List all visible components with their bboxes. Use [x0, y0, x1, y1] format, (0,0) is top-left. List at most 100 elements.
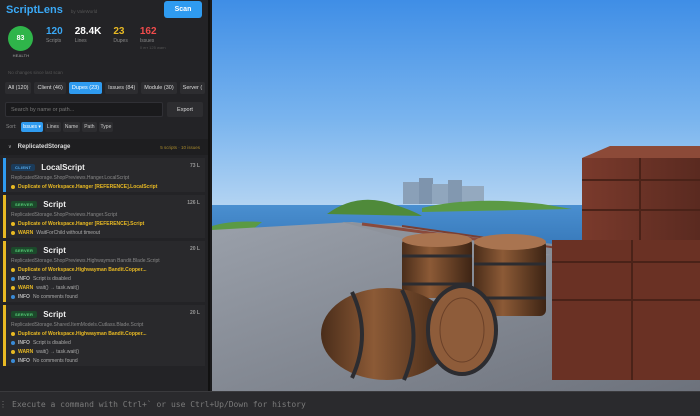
- scriptlens-panel: ScriptLens by ValeWorld Scan 83 HEALTH 1…: [0, 0, 210, 391]
- drag-handle-icon[interactable]: ⋮: [0, 392, 7, 416]
- info-dot-icon: [11, 341, 15, 345]
- issue-row: WARN wait() → task.wait(): [11, 285, 200, 291]
- duplicate-note[interactable]: Duplicate of Workspace.Hanger [REFERENCE…: [11, 221, 200, 227]
- server-badge: SERVER: [11, 246, 38, 254]
- command-input[interactable]: Execute a command with Ctrl+` or use Ctr…: [12, 400, 306, 409]
- filter-dupes[interactable]: Dupes (23): [68, 82, 103, 94]
- server-badge: SERVER: [11, 310, 38, 318]
- script-path: ReplicatedStorage.Shared.ItemModels.Cutl…: [11, 322, 144, 328]
- command-bar[interactable]: ⋮ Execute a command with Ctrl+` or use C…: [0, 391, 700, 416]
- scan-button[interactable]: Scan: [164, 1, 202, 18]
- scan-status: No changes since last scan: [8, 70, 63, 75]
- stat-dupes: 23 Dupes: [113, 26, 127, 44]
- issue-tag: INFO: [18, 276, 30, 282]
- duplicate-note[interactable]: Duplicate of Workspace.Highwayman Bandit…: [11, 331, 200, 337]
- duplicate-text: Duplicate of Workspace.Hanger [REFERENCE…: [18, 221, 145, 227]
- issue-text: wait() → task.wait(): [36, 285, 80, 291]
- panel-header: ScriptLens by ValeWorld Scan: [0, 0, 208, 20]
- filter-all[interactable]: All (120): [5, 82, 32, 94]
- warning-dot-icon: [11, 231, 15, 235]
- stat-issues: 162 Issues 0 err 125 warn: [140, 26, 166, 50]
- script-name: Script: [43, 309, 66, 319]
- filter-issues[interactable]: Issues (84): [105, 82, 139, 94]
- duplicate-text: Duplicate of Workspace.Highwayman Bandit…: [18, 267, 147, 273]
- stat-dupes-value: 23: [113, 26, 125, 37]
- stat-scripts: 120 Scripts: [46, 26, 63, 44]
- filter-client[interactable]: Client (46): [34, 82, 66, 94]
- duplicate-note[interactable]: Duplicate of Workspace.Highwayman Bandit…: [11, 267, 200, 273]
- issue-text: No comments found: [32, 358, 78, 364]
- issue-tag: INFO: [18, 294, 30, 300]
- health-score: 83 HEALTH: [8, 26, 34, 58]
- app-title: ScriptLens: [6, 4, 63, 16]
- script-card[interactable]: SERVER Script 126 L ReplicatedStorage.Sh…: [3, 195, 205, 238]
- filter-tabs: All (120) Client (46) Dupes (23) Issues …: [0, 82, 208, 96]
- duplicate-text: Duplicate of Workspace.Hanger [REFERENCE…: [18, 184, 158, 190]
- stat-dupes-label: Dupes: [113, 38, 128, 44]
- group-meta: 5 scripts · 10 issues: [160, 144, 200, 150]
- script-card[interactable]: CLIENT LocalScript 73 L ReplicatedStorag…: [3, 158, 205, 192]
- info-dot-icon: [11, 277, 15, 281]
- issue-text: Script is disabled: [32, 340, 71, 346]
- server-badge: SERVER: [11, 200, 38, 208]
- warning-dot-icon: [11, 286, 15, 290]
- issue-tag: WARN: [18, 285, 34, 291]
- search-row: Search by name or path... Export: [0, 102, 208, 117]
- warning-dot-icon: [11, 268, 15, 272]
- script-card[interactable]: SERVER Script 20 L ReplicatedStorage.Sho…: [3, 241, 205, 302]
- stat-issues-sub: 0 err 125 warn: [139, 45, 166, 50]
- script-card[interactable]: SERVER Script 20 L ReplicatedStorage.Sha…: [3, 305, 205, 366]
- issue-text: wait() → task.wait(): [36, 349, 80, 355]
- health-label: HEALTH: [12, 53, 30, 58]
- filter-module[interactable]: Module (30): [141, 82, 177, 94]
- issue-tag: INFO: [18, 340, 30, 346]
- chevron-down-icon: ∨: [8, 144, 12, 150]
- line-count: 20 L: [189, 310, 200, 316]
- duplicate-note[interactable]: Duplicate of Workspace.Hanger [REFERENCE…: [11, 184, 200, 190]
- issue-row: INFO Script is disabled: [11, 276, 200, 282]
- issue-row: INFO No comments found: [11, 358, 200, 364]
- game-viewport[interactable]: [212, 0, 700, 391]
- stat-lines-label: Lines: [74, 38, 87, 44]
- issue-row: INFO Script is disabled: [11, 340, 200, 346]
- script-path: ReplicatedStorage.ShopPreviews.Highwayma…: [11, 258, 160, 264]
- issue-text: Script is disabled: [32, 276, 71, 282]
- group-header[interactable]: ∨ ReplicatedStorage 5 scripts · 10 issue…: [0, 139, 208, 155]
- sort-lines[interactable]: Lines: [44, 122, 61, 132]
- filter-server[interactable]: Server (: [179, 82, 206, 94]
- sort-row: Sort: Issues ▾ Lines Name Path Type: [0, 121, 208, 133]
- studio-window: ScriptLens by ValeWorld Scan 83 HEALTH 1…: [0, 0, 700, 416]
- info-dot-icon: [11, 295, 15, 299]
- client-badge: CLIENT: [11, 163, 36, 171]
- issue-row: WARN wait() → task.wait(): [11, 349, 200, 355]
- sort-type[interactable]: Type: [98, 122, 114, 132]
- duplicate-text: Duplicate of Workspace.Highwayman Bandit…: [18, 331, 147, 337]
- warning-dot-icon: [11, 350, 15, 354]
- stat-lines-value: 28.4K: [74, 26, 102, 37]
- issue-text: No comments found: [32, 294, 78, 300]
- sort-name[interactable]: Name: [62, 122, 81, 132]
- stat-scripts-label: Scripts: [46, 38, 62, 44]
- issue-tag: WARN: [18, 349, 34, 355]
- warning-dot-icon: [11, 332, 15, 336]
- stats-row: 83 HEALTH 120 Scripts 28.4K Lines 23 Dup…: [0, 20, 208, 62]
- line-count: 20 L: [189, 246, 200, 252]
- line-count: 126 L: [187, 200, 200, 206]
- warning-dot-icon: [11, 222, 15, 226]
- script-name: LocalScript: [41, 162, 85, 172]
- stat-issues-value: 162: [139, 26, 157, 37]
- sort-issues[interactable]: Issues ▾: [20, 122, 43, 132]
- scene-illustration: [212, 0, 700, 391]
- script-name: Script: [43, 199, 66, 209]
- byline: by ValeWorld: [70, 8, 98, 14]
- group-name: ReplicatedStorage: [17, 144, 71, 150]
- search-input[interactable]: Search by name or path...: [5, 102, 163, 117]
- export-button[interactable]: Export: [167, 102, 203, 117]
- stat-scripts-value: 120: [46, 26, 63, 37]
- issue-tag: WARN: [18, 230, 34, 236]
- sort-path[interactable]: Path: [82, 122, 97, 132]
- script-path: ReplicatedStorage.ShopPreviews.Hanger.Lo…: [11, 175, 130, 181]
- stat-issues-label: Issues: [139, 38, 155, 44]
- script-path: ReplicatedStorage.ShopPreviews.Hanger.Sc…: [11, 212, 118, 218]
- issue-row: INFO No comments found: [11, 294, 200, 300]
